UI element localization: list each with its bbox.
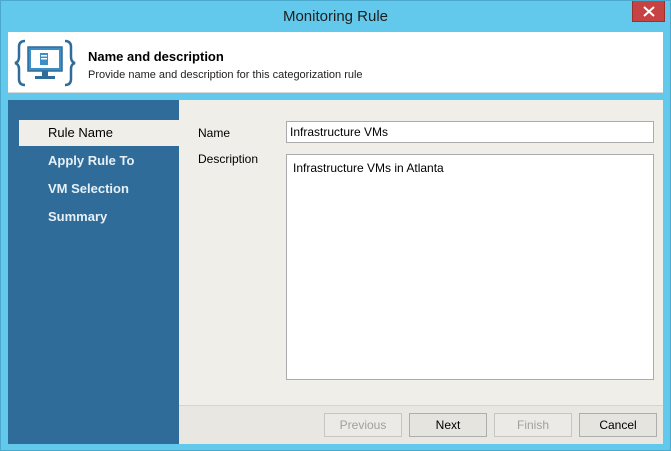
previous-button[interactable]: Previous	[324, 413, 402, 437]
cancel-button[interactable]: Cancel	[579, 413, 657, 437]
name-label: Name	[198, 126, 231, 140]
close-button[interactable]	[632, 1, 665, 22]
title-bar: Monitoring Rule	[1, 1, 670, 32]
sidebar-item-vm-selection[interactable]: VM Selection	[19, 176, 179, 202]
finish-button[interactable]: Finish	[494, 413, 572, 437]
wizard-header: Name and description Provide name and de…	[8, 32, 663, 93]
description-label: Description	[198, 152, 259, 166]
monitoring-rule-dialog: Monitoring Rule Name and description Pro…	[0, 0, 671, 451]
wizard-steps-sidebar: Rule Name Apply Rule To VM Selection Sum…	[8, 100, 179, 444]
next-button[interactable]: Next	[409, 413, 487, 437]
sidebar-item-summary[interactable]: Summary	[19, 204, 179, 230]
wizard-footer: Previous Next Finish Cancel	[179, 405, 663, 444]
header-title: Name and description	[88, 49, 224, 64]
sidebar-item-rule-name[interactable]: Rule Name	[19, 120, 179, 146]
window-title: Monitoring Rule	[282, 8, 389, 25]
name-input[interactable]	[286, 121, 654, 143]
sidebar-item-apply-rule-to[interactable]: Apply Rule To	[19, 148, 179, 174]
monitor-braces-icon	[14, 39, 76, 87]
wizard-content: Name Description Infrastructure VMs in A…	[179, 100, 663, 444]
header-subtitle: Provide name and description for this ca…	[88, 69, 363, 81]
close-icon	[642, 5, 655, 17]
description-input[interactable]: Infrastructure VMs in Atlanta	[286, 154, 654, 380]
